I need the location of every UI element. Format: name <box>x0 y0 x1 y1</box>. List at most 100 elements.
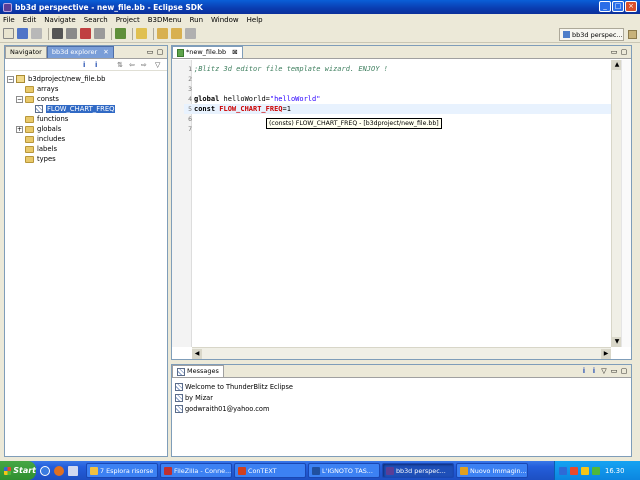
menu-b3dmenu[interactable]: B3DMenu <box>148 16 182 24</box>
tree-node-types[interactable]: types <box>7 154 165 164</box>
minimize-view-icon[interactable]: ▭ <box>146 48 154 56</box>
editor-vertical-scrollbar[interactable]: ▲ ▼ <box>611 60 622 347</box>
firefox-icon[interactable] <box>54 465 64 476</box>
info-icon[interactable]: i <box>580 367 588 375</box>
tree-node-flow-chart-freq[interactable]: FLOW_CHART_FREQ <box>7 104 165 114</box>
task-filezilla[interactable]: FileZilla - Conne... <box>160 463 232 478</box>
menu-window[interactable]: Window <box>211 16 239 24</box>
menu-edit[interactable]: Edit <box>23 16 37 24</box>
task-context[interactable]: ConTEXT <box>234 463 306 478</box>
close-window-button[interactable]: × <box>625 1 637 12</box>
task-image[interactable]: Nuovo Immagin... <box>456 463 528 478</box>
tree-node-consts[interactable]: − consts <box>7 94 165 104</box>
toolbar-separator <box>153 27 154 40</box>
menu-file[interactable]: File <box>3 16 15 24</box>
tab-messages[interactable]: Messages <box>172 365 224 377</box>
info-icon[interactable]: i <box>95 61 102 69</box>
code-string: "helloWorld" <box>269 95 321 103</box>
taskbar: Start 7 Esplora risorse FileZilla - Conn… <box>0 461 640 480</box>
expand-icon[interactable]: + <box>16 125 23 133</box>
minimize-button[interactable]: _ <box>599 1 611 12</box>
messenger-icon[interactable] <box>592 466 600 475</box>
info-icon[interactable]: i <box>590 367 598 375</box>
tree-label: arrays <box>37 85 59 93</box>
tree-node-labels[interactable]: labels <box>7 144 165 154</box>
link-icon[interactable]: ⇅ <box>117 61 124 69</box>
task-label: bb3d perspec... <box>396 466 446 475</box>
list-item: godwraith01@yahoo.com <box>175 403 293 414</box>
collapse-icon[interactable]: − <box>16 95 23 103</box>
close-tab-icon[interactable]: ⊠ <box>232 47 237 58</box>
tree-node-arrays[interactable]: arrays <box>7 84 165 94</box>
tree-label: functions <box>37 115 69 123</box>
scroll-left-icon[interactable]: ◀ <box>192 349 202 359</box>
task-ignoto[interactable]: L'IGNOTO TAS... <box>308 463 380 478</box>
line-number: 7 <box>188 125 192 133</box>
print-icon[interactable] <box>31 28 42 39</box>
main-toolbar: bb3d perspec... <box>0 25 640 43</box>
editor-tab-label: *new_file.bb <box>186 48 227 56</box>
volume-icon[interactable] <box>581 466 589 475</box>
maximize-view-icon[interactable]: ▢ <box>620 367 628 375</box>
constant-icon <box>35 105 43 113</box>
menu-navigate[interactable]: Navigate <box>44 16 75 24</box>
tree-node-includes[interactable]: includes <box>7 134 165 144</box>
eclipse-icon <box>386 466 394 475</box>
maximize-button[interactable]: □ <box>612 1 624 12</box>
tab-new-file[interactable]: *new_file.bb ⊠ <box>172 46 243 58</box>
internet-explorer-icon[interactable] <box>40 465 50 476</box>
new-icon[interactable] <box>3 28 14 39</box>
maximize-view-icon[interactable]: ▢ <box>156 48 164 56</box>
start-button[interactable]: Start <box>0 461 36 480</box>
view-menu-icon[interactable]: ▽ <box>155 61 162 69</box>
tab-bb3d-explorer[interactable]: bb3d explorer ✕ <box>46 46 114 58</box>
forward-icon[interactable]: ⇨ <box>141 61 148 69</box>
minimize-view-icon[interactable]: ▭ <box>610 48 618 56</box>
task-label: FileZilla - Conne... <box>174 466 232 475</box>
tree-node-globals[interactable]: + globals <box>7 124 165 134</box>
editor-horizontal-scrollbar[interactable]: ◀ ▶ <box>192 347 611 359</box>
open-perspective-icon[interactable] <box>628 30 637 39</box>
menu-run[interactable]: Run <box>190 16 203 24</box>
info-icon[interactable]: i <box>83 61 90 69</box>
code-keyword: const <box>194 105 216 113</box>
antivirus-icon[interactable] <box>570 466 578 475</box>
console-icon[interactable] <box>52 28 63 39</box>
debug-icon[interactable] <box>80 28 91 39</box>
system-tray: 16.30 <box>554 461 640 480</box>
maximize-view-icon[interactable]: ▢ <box>620 48 628 56</box>
task-explorer[interactable]: 7 Esplora risorse <box>86 463 158 478</box>
run-icon[interactable] <box>115 28 126 39</box>
save-icon[interactable] <box>17 28 28 39</box>
tab-navigator[interactable]: Navigator <box>5 46 47 58</box>
wrench-icon[interactable] <box>94 28 105 39</box>
tree-project-node[interactable]: − b3dproject/new_file.bb <box>7 74 165 84</box>
menu-search[interactable]: Search <box>84 16 108 24</box>
tree-node-functions[interactable]: functions <box>7 114 165 124</box>
message-icon <box>175 382 183 391</box>
forward-icon[interactable] <box>171 28 182 39</box>
folder-icon <box>25 145 34 153</box>
edit-icon[interactable] <box>136 28 147 39</box>
close-tab-icon[interactable]: ✕ <box>103 47 108 58</box>
title-bar: bb3d perspective - new_file.bb - Eclipse… <box>0 0 640 14</box>
show-desktop-icon[interactable] <box>68 465 78 476</box>
line-number: 6 <box>188 115 192 123</box>
line-number: 3 <box>188 85 192 93</box>
window-title: bb3d perspective - new_file.bb - Eclipse… <box>15 2 203 12</box>
back-icon[interactable] <box>157 28 168 39</box>
network-icon[interactable] <box>559 466 567 475</box>
perspective-button[interactable]: bb3d perspec... <box>559 28 624 41</box>
menu-project[interactable]: Project <box>116 16 140 24</box>
messages-list: Welcome to ThunderBlitz Eclipse by Mizar… <box>175 381 293 414</box>
back-icon[interactable]: ⇦ <box>129 61 136 69</box>
scroll-right-icon[interactable]: ▶ <box>601 349 611 359</box>
menu-help[interactable]: Help <box>247 16 263 24</box>
folder-icon <box>25 125 34 133</box>
collapse-icon[interactable]: − <box>7 75 14 83</box>
tools-icon[interactable] <box>66 28 77 39</box>
view-menu-icon[interactable]: ▽ <box>600 367 608 375</box>
minimize-view-icon[interactable]: ▭ <box>610 367 618 375</box>
task-bb3d[interactable]: bb3d perspec... <box>382 463 454 478</box>
history-icon[interactable] <box>185 28 196 39</box>
